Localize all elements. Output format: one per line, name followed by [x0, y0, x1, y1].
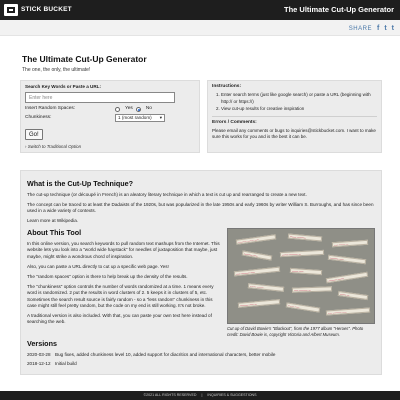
- instructions-list: Enter search terms (just like google sea…: [212, 92, 377, 111]
- chunkiness-row: Chunkiness: 1 (most random) ▾: [25, 114, 165, 122]
- cutup-form: Search Key Words or Paste a URL: Insert …: [20, 80, 200, 153]
- chunkiness-select[interactable]: 1 (most random) ▾: [115, 114, 165, 122]
- tool-paragraph: A traditional version is also included. …: [27, 312, 212, 325]
- chevron-down-icon: ▾: [159, 114, 162, 120]
- twitter-icon[interactable]: t: [384, 24, 386, 33]
- radio-no-label: No: [145, 106, 152, 111]
- instructions-panel: Instructions: Enter search terms (just l…: [207, 80, 382, 153]
- search-input[interactable]: [25, 92, 175, 104]
- about-panel: What is the Cut-Up Technique? The cut-up…: [20, 170, 382, 375]
- footer-inquiries-link[interactable]: INQUIRIES & SUGGESTIONS: [207, 393, 256, 397]
- tool-heading: About This Tool: [27, 228, 82, 238]
- cutup-paragraph: The concept can be traced to at least th…: [27, 201, 374, 214]
- versions-section: Versions 2020-03-28 Bug fixes, added chu…: [27, 339, 375, 367]
- random-spaces-options: Yes No: [115, 106, 152, 112]
- switch-traditional-link[interactable]: › Switch to Traditional Option: [25, 144, 81, 150]
- version-row: 2018-12-12 Initial build: [27, 361, 375, 367]
- random-spaces-label: Insert Random Spaces:: [25, 106, 76, 111]
- paper-strip: ──── ───: [325, 272, 369, 284]
- chevron-right-icon: ›: [25, 144, 27, 149]
- chunkiness-value: 1 (most random): [118, 114, 152, 120]
- share-label: SHARE: [348, 25, 372, 32]
- version-note: Initial build: [55, 361, 77, 367]
- radio-no[interactable]: [135, 106, 141, 112]
- divider: [212, 115, 377, 117]
- page-subtitle: The one, the only, the ultimate!: [22, 67, 91, 73]
- tool-paragraph: The "random spaces" option is there to h…: [27, 273, 188, 279]
- paper-strip: ──── ──: [327, 255, 367, 265]
- paper-strip: ──── ─── ──: [235, 234, 277, 246]
- paper-strip: ── ──── ──: [325, 307, 371, 316]
- paper-strip: ── ──── ─: [291, 286, 333, 294]
- paper-strip: ─── ─: [337, 291, 369, 301]
- top-header: STICK BUCKET The Ultimate Cut-Up Generat…: [0, 0, 400, 20]
- cutup-heading: What is the Cut-Up Technique?: [27, 179, 134, 188]
- photo-column: ──── ─── ── ─── ──── ── ─── ─ ──── ── ──…: [227, 228, 375, 337]
- about-columns: About This Tool In this online version, …: [27, 228, 375, 337]
- about-tool-column: About This Tool In this online version, …: [27, 228, 221, 337]
- errors-text: Please email any comments or bugs to inq…: [212, 128, 376, 140]
- paper-strip: ──── ── ─: [237, 299, 281, 309]
- paper-strip: ──── ──: [241, 250, 273, 262]
- bowie-cutup-photo: ──── ─── ── ─── ──── ── ─── ─ ──── ── ──…: [227, 228, 375, 325]
- switch-traditional-label: Switch to Traditional Option: [27, 144, 82, 149]
- instruction-item: View cut-up results for creative inspira…: [221, 106, 377, 112]
- paper-strip: ─── ──: [285, 302, 321, 314]
- instruction-item: Enter search terms (just like google sea…: [221, 92, 377, 104]
- page-title: The Ultimate Cut-Up Generator: [22, 54, 147, 64]
- bucket-logo-icon: [4, 4, 18, 16]
- radio-yes[interactable]: [115, 106, 120, 112]
- facebook-icon[interactable]: f: [377, 24, 379, 33]
- radio-yes-label: Yes: [125, 106, 133, 111]
- caption-main: Cut up of David Bowie's "Blackout", from…: [227, 326, 352, 332]
- paper-strip: ── ─── ─: [331, 240, 369, 248]
- photo-caption: Cut up of David Bowie's "Blackout", from…: [227, 326, 375, 337]
- paper-strip: ─── ───: [247, 283, 285, 293]
- paper-strip: ─── ────: [287, 233, 323, 242]
- tool-paragraph: In this online version, you search keywo…: [27, 241, 220, 259]
- footer-copyright: ©2021 ALL RIGHTS RESERVED: [143, 393, 197, 397]
- paper-strip: ─── ──── ─: [279, 250, 325, 258]
- logo-text: STICK BUCKET: [21, 5, 72, 13]
- paper-strip: ── ──── ──: [233, 267, 281, 277]
- share-bar: SHARE f t t: [0, 20, 400, 36]
- site-logo[interactable]: STICK BUCKET: [4, 4, 72, 16]
- random-spaces-row: Insert Random Spaces: Yes No: [25, 106, 152, 112]
- go-button[interactable]: Go!: [25, 129, 43, 140]
- wikipedia-link[interactable]: Learn more at Wikipedia.: [27, 218, 375, 224]
- tool-paragraph: Also, you can paste a URL directly to cu…: [27, 263, 169, 269]
- share-group: SHARE f t t: [349, 24, 394, 33]
- tumblr-icon[interactable]: t: [392, 24, 394, 33]
- chunkiness-label: Chunkiness:: [25, 114, 52, 120]
- footer: ©2021 ALL RIGHTS RESERVED | INQUIRIES & …: [0, 391, 400, 400]
- version-date: 2020-03-28: [27, 352, 51, 358]
- paper-strip: ─── ──: [289, 268, 323, 276]
- errors-title: Errors / Comments:: [212, 119, 257, 125]
- search-label: Search Key Words or Paste a URL:: [25, 84, 101, 89]
- version-note: Bug fixes, added chunkiness level 10, ad…: [55, 352, 276, 358]
- instructions-title: Instructions:: [212, 84, 242, 89]
- site-title: The Ultimate Cut-Up Generator: [283, 5, 394, 14]
- footer-separator: |: [201, 393, 203, 397]
- version-row: 2020-03-28 Bug fixes, added chunkiness l…: [27, 352, 375, 358]
- tool-paragraph: The "chunkiness" option controls the num…: [27, 284, 214, 308]
- versions-heading: Versions: [27, 339, 57, 349]
- cutup-paragraph: The cut-up technique (or découpé in Fren…: [27, 191, 307, 197]
- version-date: 2018-12-12: [27, 361, 51, 367]
